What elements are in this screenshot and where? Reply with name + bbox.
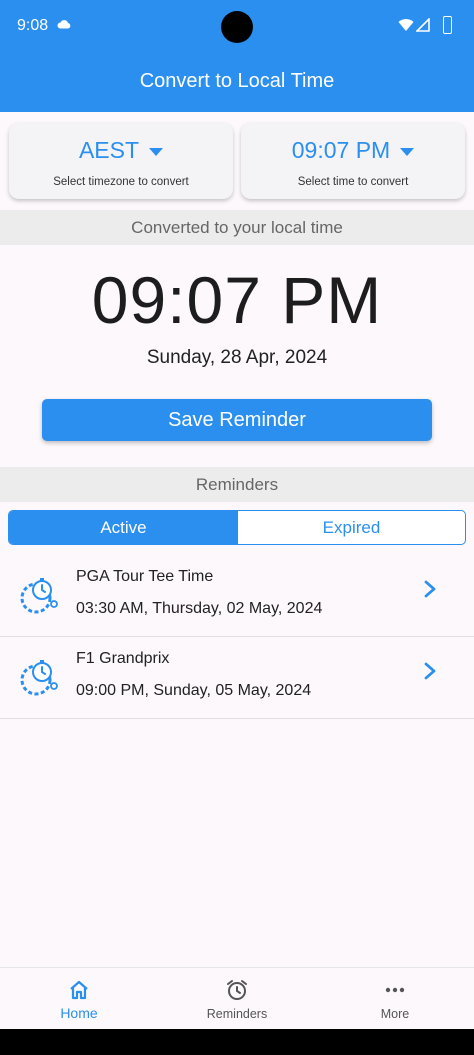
dropdown-caret-icon: [400, 147, 415, 156]
tab-expired[interactable]: Expired: [238, 511, 465, 544]
time-value-row: 09:07 PM: [241, 137, 465, 164]
reminder-row[interactable]: F1 Grandprix 09:00 PM, Sunday, 05 May, 20…: [0, 636, 474, 719]
cloud-icon: [57, 20, 71, 29]
reminder-title: F1 Grandprix: [76, 650, 170, 667]
nav-more-label: More: [380, 1007, 410, 1021]
timer-gear-icon: [16, 656, 60, 700]
timezone-picker[interactable]: AEST Select timezone to convert: [9, 123, 233, 199]
status-bar: 9:08: [0, 0, 474, 54]
nav-home[interactable]: Home: [0, 968, 158, 1030]
reminder-title: PGA Tour Tee Time: [76, 568, 214, 585]
more-dots-icon: [385, 987, 405, 993]
chevron-right-icon[interactable]: [422, 580, 438, 603]
page-title: Convert to Local Time: [139, 70, 335, 92]
nav-home-label: Home: [60, 1005, 98, 1021]
converted-time: 09:07 PM: [91, 263, 383, 337]
wifi-icon: [398, 19, 414, 31]
converted-date: Sunday, 28 Apr, 2024: [146, 347, 328, 368]
converted-section-label: Converted to your local time: [0, 210, 474, 245]
signal-icon: [416, 18, 430, 32]
timezone-hint: Select timezone to convert: [53, 176, 189, 188]
nav-reminders-label: Reminders: [206, 1007, 268, 1021]
time-picker[interactable]: 09:07 PM Select time to convert: [241, 123, 465, 199]
nav-more[interactable]: More: [316, 968, 474, 1030]
app-bar: 9:08 Convert to Local Time: [0, 0, 474, 112]
save-reminder-button[interactable]: Save Reminder: [42, 399, 432, 441]
timer-gear-icon: [16, 574, 60, 618]
reminder-row[interactable]: PGA Tour Tee Time 03:30 AM, Thursday, 02 …: [0, 554, 474, 637]
reminder-datetime: 09:00 PM, Sunday, 05 May, 2024: [76, 682, 312, 699]
reminders-segmented-control: Active Expired: [8, 510, 466, 545]
camera-cutout: [221, 11, 253, 43]
bottom-navigation: Home Reminders More: [0, 967, 474, 1030]
timezone-value-row: AEST: [9, 137, 233, 164]
battery-icon: [443, 16, 452, 34]
time-value: 09:07 PM: [291, 137, 391, 163]
alarm-clock-icon: [227, 980, 247, 1000]
tab-active[interactable]: Active: [9, 511, 238, 544]
reminders-section-label: Reminders: [0, 467, 474, 502]
system-navigation-bar: [0, 1029, 474, 1055]
home-icon: [70, 980, 88, 1000]
nav-reminders[interactable]: Reminders: [158, 968, 316, 1030]
reminder-datetime: 03:30 AM, Thursday, 02 May, 2024: [76, 600, 323, 617]
status-time: 9:08: [17, 17, 49, 34]
time-hint: Select time to convert: [297, 176, 409, 188]
timezone-value: AEST: [78, 137, 140, 163]
dropdown-caret-icon: [149, 147, 164, 156]
chevron-right-icon[interactable]: [422, 662, 438, 685]
